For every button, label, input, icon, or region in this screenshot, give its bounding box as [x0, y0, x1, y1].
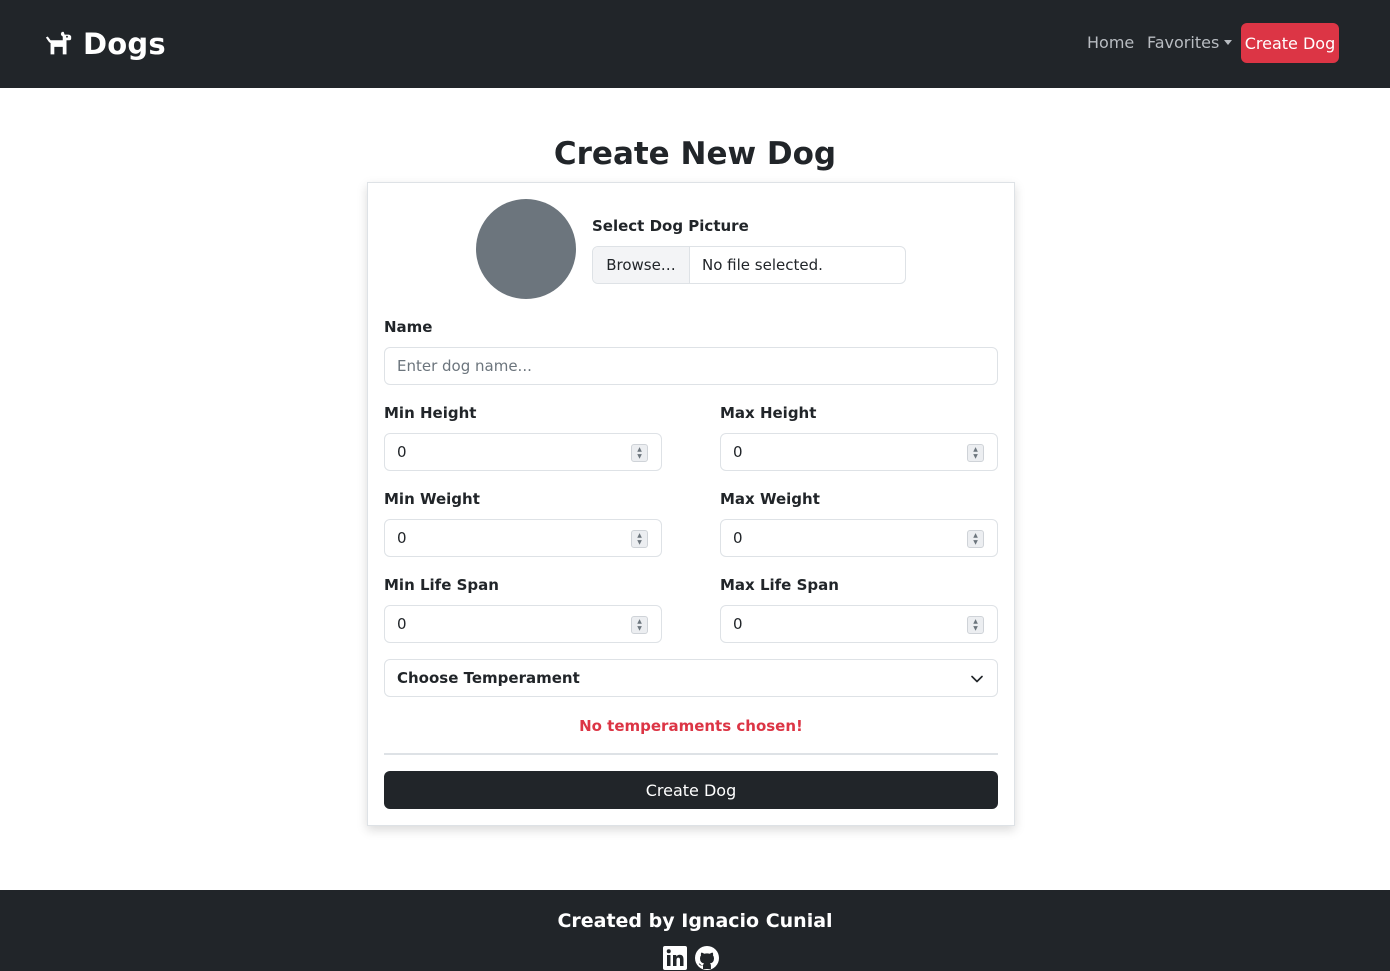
nav-home-link[interactable]: Home	[1087, 33, 1134, 52]
chevron-down-icon	[971, 675, 983, 683]
stepper-icon[interactable]: ▲ ▼	[967, 530, 984, 548]
name-label: Name	[384, 318, 433, 336]
max-height-input[interactable]: 0 ▲ ▼	[720, 433, 998, 471]
min-weight-label: Min Weight	[384, 490, 480, 508]
name-placeholder: Enter dog name...	[397, 357, 532, 375]
name-input[interactable]: Enter dog name...	[384, 347, 998, 385]
picture-label: Select Dog Picture	[592, 217, 749, 235]
min-height-input[interactable]: 0 ▲ ▼	[384, 433, 662, 471]
max-weight-label: Max Weight	[720, 490, 820, 508]
create-dog-submit-button[interactable]: Create Dog	[384, 771, 998, 809]
min-weight-input[interactable]: 0 ▲ ▼	[384, 519, 662, 557]
min-life-span-value: 0	[397, 615, 407, 633]
divider	[384, 753, 998, 755]
min-height-label: Min Height	[384, 404, 477, 422]
max-life-span-input[interactable]: 0 ▲ ▼	[720, 605, 998, 643]
nav-favorites-label: Favorites	[1147, 33, 1220, 52]
stepper-icon[interactable]: ▲ ▼	[967, 616, 984, 634]
stepper-icon[interactable]: ▲ ▼	[967, 444, 984, 462]
dog-picture-preview	[476, 199, 576, 299]
nav-favorites-dropdown[interactable]: Favorites	[1147, 33, 1233, 52]
temperament-error: No temperaments chosen!	[579, 717, 803, 735]
stepper-icon[interactable]: ▲ ▼	[631, 530, 648, 548]
dog-icon	[45, 31, 72, 55]
max-weight-value: 0	[733, 529, 743, 547]
max-weight-input[interactable]: 0 ▲ ▼	[720, 519, 998, 557]
github-icon[interactable]	[694, 945, 720, 971]
create-dog-form-card: Select Dog Picture Browse… No file selec…	[367, 182, 1015, 826]
max-height-label: Max Height	[720, 404, 817, 422]
min-life-span-label: Min Life Span	[384, 576, 499, 594]
stepper-icon[interactable]: ▲ ▼	[631, 444, 648, 462]
stepper-icon[interactable]: ▲ ▼	[631, 616, 648, 634]
nav-create-dog-button[interactable]: Create Dog	[1241, 23, 1339, 63]
max-life-span-value: 0	[733, 615, 743, 633]
min-height-value: 0	[397, 443, 407, 461]
file-input[interactable]: Browse… No file selected.	[592, 246, 906, 284]
brand-link[interactable]: Dogs	[44, 26, 166, 62]
footer: Created by Ignacio Cunial	[0, 890, 1390, 971]
temperament-select[interactable]: Choose Temperament	[384, 659, 998, 697]
browse-button[interactable]: Browse…	[593, 247, 690, 283]
file-status: No file selected.	[702, 256, 823, 274]
brand-title: Dogs	[83, 27, 166, 61]
footer-credit: Created by Ignacio Cunial	[557, 910, 833, 932]
temperament-selected: Choose Temperament	[397, 669, 580, 687]
max-life-span-label: Max Life Span	[720, 576, 839, 594]
max-height-value: 0	[733, 443, 743, 461]
caret-down-icon	[1224, 40, 1233, 45]
linkedin-icon[interactable]	[662, 945, 688, 971]
navbar: Dogs Home Favorites Create Dog	[0, 0, 1390, 88]
page-title: Create New Dog	[553, 136, 837, 172]
min-weight-value: 0	[397, 529, 407, 547]
min-life-span-input[interactable]: 0 ▲ ▼	[384, 605, 662, 643]
